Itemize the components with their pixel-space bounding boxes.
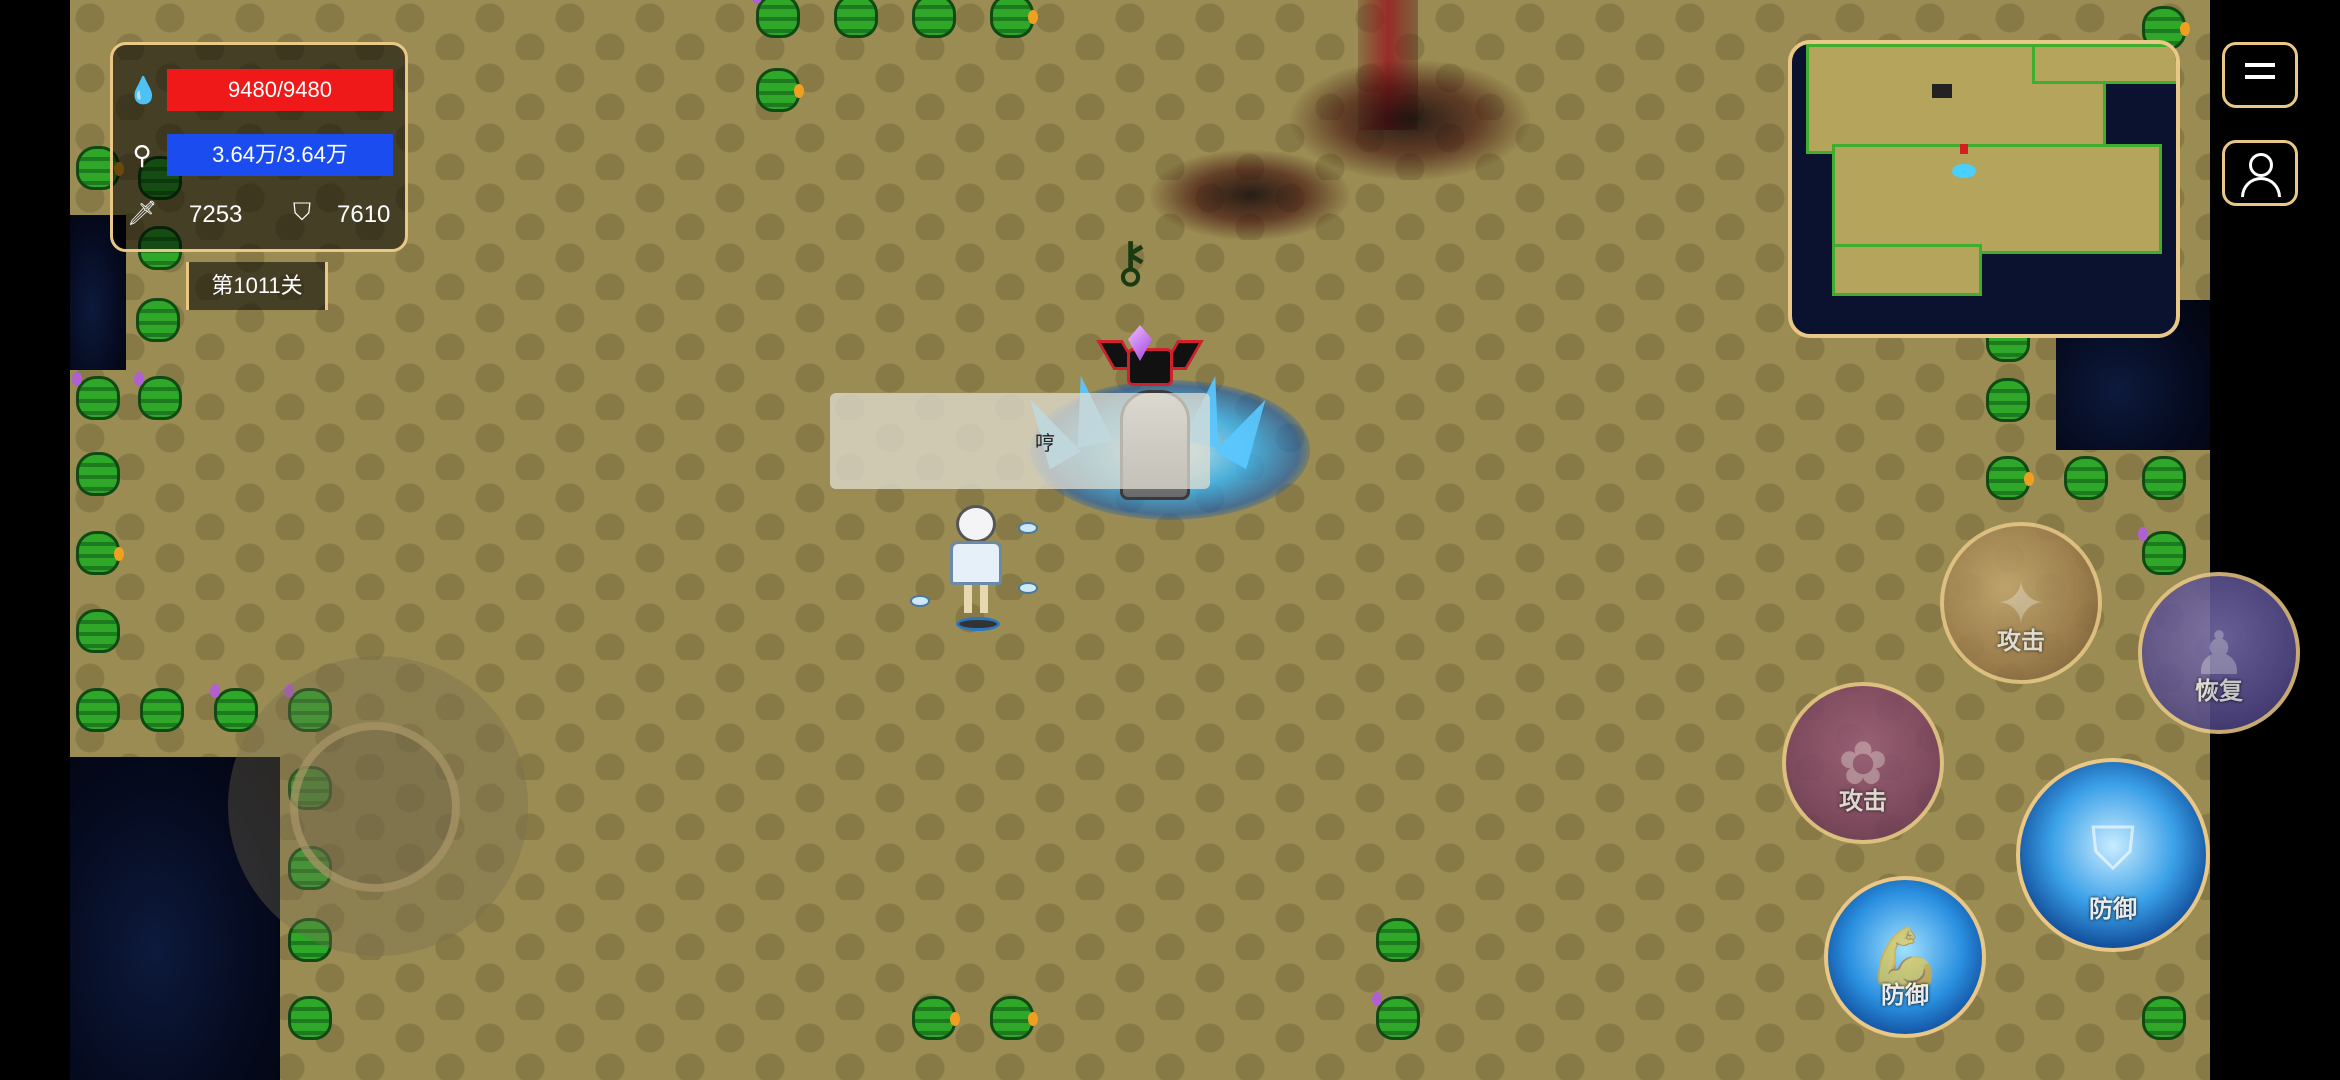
bush: [2136, 990, 2192, 1050]
bush: [70, 370, 126, 430]
skill-label: 攻击: [1839, 788, 1887, 815]
dark-smoke-effect: [1150, 150, 1350, 240]
bush: [2058, 450, 2114, 510]
skill-defend-right-button[interactable]: ⛉ 防御: [2016, 758, 2210, 952]
bush: [70, 603, 126, 663]
bush: [1980, 372, 2036, 432]
bush: [828, 0, 884, 48]
minimap[interactable]: [1788, 40, 2180, 338]
dark-smoke-effect: [1290, 60, 1530, 180]
skill-label: 攻击: [1997, 628, 2045, 655]
profile-button[interactable]: [2222, 140, 2298, 206]
bush: [134, 682, 190, 742]
profile-icon-body: [2241, 177, 2281, 197]
menu-icon: [2245, 63, 2275, 67]
bush: [2136, 450, 2192, 510]
shield-icon: ⛉: [293, 199, 311, 226]
bush: [282, 990, 338, 1050]
bush: [70, 682, 126, 742]
bush: [984, 0, 1040, 48]
profile-icon: [2249, 153, 2273, 177]
stats-panel: 💧 9480/9480 ⚲ 3.64万/3.64万 🗡 7253 ⛉ 7610: [110, 42, 408, 252]
blood-drop-icon: 💧: [127, 75, 160, 105]
skill-attack-top-button[interactable]: ✦ 攻击: [1940, 522, 2102, 684]
player-character[interactable]: [930, 505, 1020, 635]
minimap-enemy-marker: [1960, 144, 1968, 154]
joystick-knob[interactable]: [290, 722, 460, 892]
skill-label: 恢复: [2195, 678, 2243, 705]
ice-orb: [910, 595, 930, 607]
hp-row: 💧 9480/9480: [127, 67, 397, 111]
bush: [1370, 990, 1426, 1050]
hp-text: 9480/9480: [228, 77, 332, 102]
demon-mask-icon: [1096, 340, 1204, 390]
speech-text: 哼: [1035, 433, 1055, 455]
game-screen: ⚷ 哼 💧 9480/9480 ⚲ 3.64万/3.64万 🗡 7253 ⛉ 7…: [0, 0, 2340, 1080]
bush: [750, 0, 806, 48]
level-text: 第1011关: [211, 273, 303, 298]
minimap-land: [1832, 244, 1982, 296]
skill-defend-bottom-button[interactable]: 💪 防御: [1824, 876, 1986, 1038]
skill-shield-icon: ⛉: [2090, 815, 2136, 883]
mp-row: ⚲ 3.64万/3.64万: [127, 132, 397, 176]
skill-recover-button[interactable]: ♟ 恢复: [2138, 572, 2300, 734]
sword-icon: 🗡: [127, 200, 158, 227]
bush: [70, 446, 126, 506]
bush: [750, 62, 806, 122]
minimap-land: [1832, 144, 2162, 254]
bush: [1370, 912, 1426, 972]
mp-text: 3.64万/3.64万: [212, 142, 348, 167]
hp-bar: 9480/9480: [167, 69, 393, 111]
mana-icon: ⚲: [132, 140, 152, 170]
bush: [130, 292, 186, 352]
level-label: 第1011关: [186, 262, 328, 310]
minimap-land: [2032, 44, 2176, 84]
bush: [1980, 450, 2036, 510]
bush: [906, 990, 962, 1050]
combat-stats-row: 🗡 7253 ⛉ 7610: [127, 195, 397, 235]
bush: [984, 990, 1040, 1050]
defense-value: 7610: [337, 201, 391, 228]
bush: [70, 525, 126, 585]
bush: [2136, 525, 2192, 585]
key-item-icon[interactable]: ⚷: [1110, 228, 1151, 296]
bush: [906, 0, 962, 48]
ice-orb: [1018, 582, 1038, 594]
menu-button[interactable]: [2222, 42, 2298, 108]
attack-value: 7253: [189, 201, 243, 228]
skill-label: 防御: [1881, 982, 1929, 1009]
speech-bubble: 哼: [830, 393, 1210, 489]
skill-attack-left-button[interactable]: ✿ 攻击: [1782, 682, 1944, 844]
minimap-player-marker: [1952, 164, 1976, 178]
bush: [132, 370, 188, 430]
mp-bar: 3.64万/3.64万: [167, 134, 393, 176]
ice-orb: [1018, 522, 1038, 534]
minimap-dark-marker: [1932, 84, 1952, 98]
skill-label: 防御: [2089, 896, 2137, 923]
